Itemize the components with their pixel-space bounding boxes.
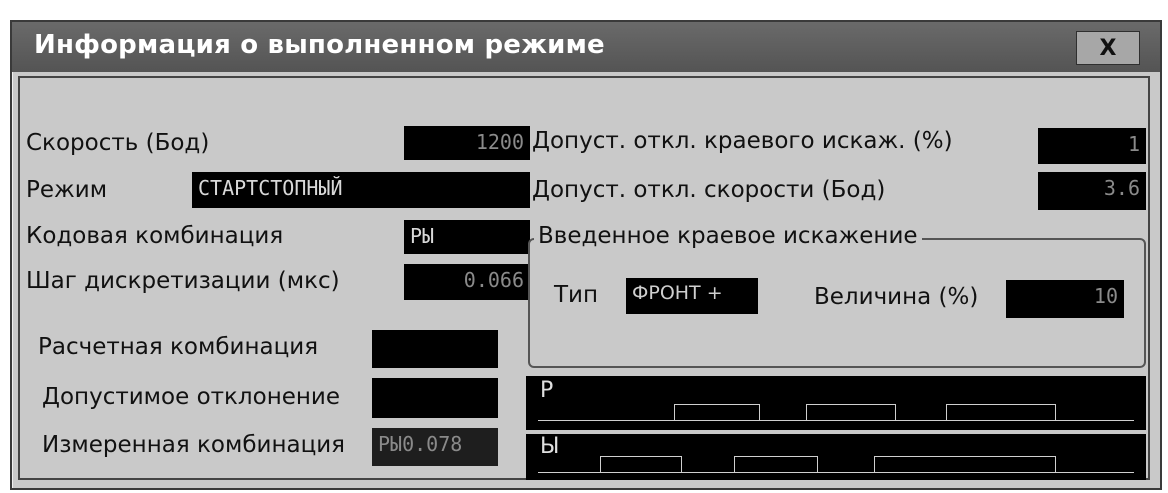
deviation-value xyxy=(372,378,498,418)
measured-label: Измеренная комбинация xyxy=(42,432,346,458)
scope-top-pulse xyxy=(946,404,1056,420)
speed-tolerance-value: 3.6 xyxy=(1038,172,1146,210)
calc-value xyxy=(372,330,498,368)
step-value: 0.066 xyxy=(404,264,530,300)
mode-label: Режим xyxy=(26,177,108,203)
mode-value: СТАРТСТОПНЫЙ xyxy=(192,172,530,208)
scope-top-label: Р xyxy=(540,378,554,403)
code-label: Кодовая комбинация xyxy=(26,223,284,249)
speed-value: 1200 xyxy=(404,126,530,160)
speed-label: Скорость (Бод) xyxy=(26,130,210,156)
amount-value[interactable]: 10 xyxy=(1006,280,1124,318)
scope-bottom-pulse xyxy=(874,456,1056,472)
deviation-label: Допустимое отклонение xyxy=(42,384,341,410)
close-button[interactable]: X xyxy=(1076,31,1140,65)
distortion-group-title: Введенное краевое искажение xyxy=(534,223,922,249)
step-label: Шаг дискретизации (мкс) xyxy=(26,268,340,294)
scope-top-pulse xyxy=(674,404,760,420)
title-bar[interactable]: Информация о выполненном режиме X xyxy=(12,22,1160,72)
window-title: Информация о выполненном режиме xyxy=(34,30,605,60)
scope-top-pulse xyxy=(806,404,896,420)
dialog-body: Скорость (Бод) 1200 Режим СТАРТСТОПНЫЙ К… xyxy=(18,76,1150,480)
distortion-group: Введенное краевое искажение Тип ФРОНТ + … xyxy=(528,223,1146,368)
type-label: Тип xyxy=(554,282,599,308)
signal-scope-bottom: Ы xyxy=(526,434,1146,480)
amount-label: Величина (%) xyxy=(814,284,979,310)
scope-bottom-pulse xyxy=(600,456,682,472)
code-value: РЫ xyxy=(404,220,530,254)
scope-bottom-baseline xyxy=(538,472,1134,473)
measured-value: РЫ0.078 xyxy=(372,428,498,466)
calc-label: Расчетная комбинация xyxy=(38,334,319,360)
edge-tolerance-value: 1 xyxy=(1038,128,1146,164)
edge-tolerance-label: Допуст. откл. краевого искаж. (%) xyxy=(532,128,953,154)
signal-scope-top: Р xyxy=(526,376,1146,430)
scope-top-baseline xyxy=(538,420,1134,421)
info-dialog: Информация о выполненном режиме X Скорос… xyxy=(10,20,1162,490)
scope-bottom-pulse xyxy=(734,456,818,472)
scope-bottom-label: Ы xyxy=(540,434,560,459)
type-select-value: ФРОНТ + xyxy=(632,282,723,304)
type-select[interactable]: ФРОНТ + xyxy=(626,278,758,314)
speed-tolerance-label: Допуст. откл. скорости (Бод) xyxy=(532,177,886,203)
